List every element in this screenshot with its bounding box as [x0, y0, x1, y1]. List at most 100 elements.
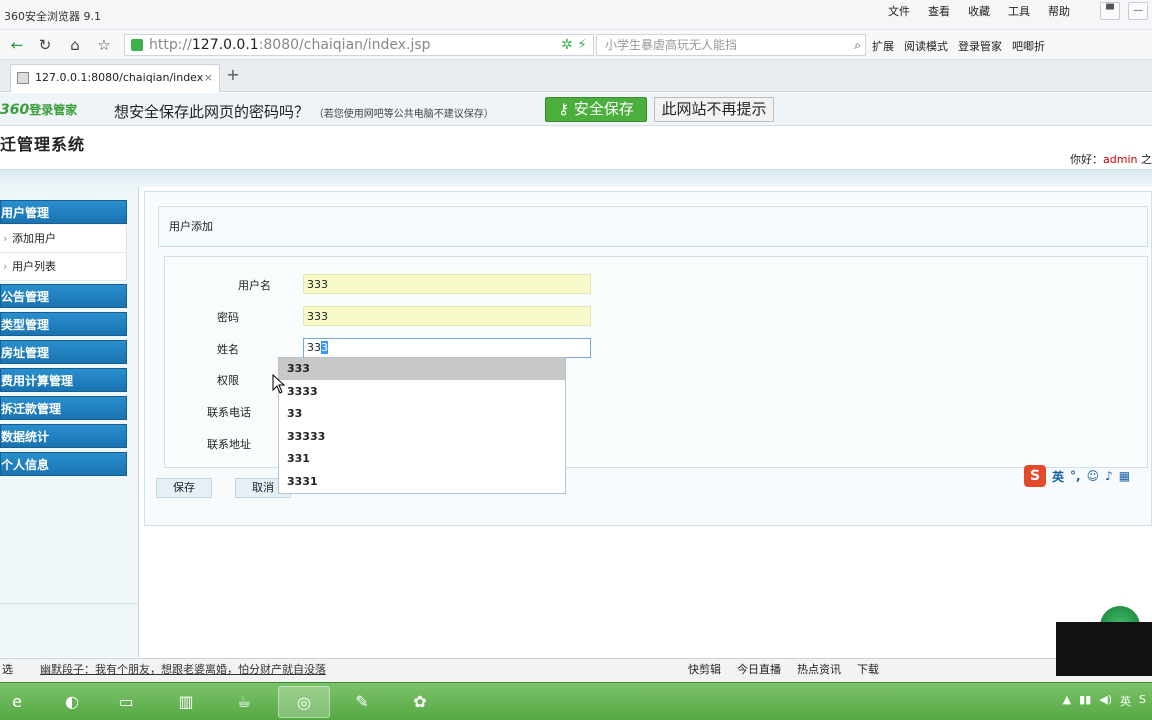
- safe-save-button[interactable]: ⚷ 安全保存: [545, 97, 647, 122]
- autocomplete-item[interactable]: 331: [279, 448, 565, 470]
- tray-network-icon[interactable]: ▮▮: [1079, 693, 1091, 709]
- keyboard-icon[interactable]: ▦: [1119, 469, 1130, 483]
- notepad-icon[interactable]: ✎: [336, 686, 388, 718]
- search-placeholder: 小学生暴虐高玩无人能挡: [605, 38, 738, 52]
- sidebar-group-house[interactable]: 房址管理: [0, 340, 127, 364]
- refresh-icon[interactable]: ↻: [34, 34, 56, 56]
- tray-arrow-icon[interactable]: ▲: [1063, 693, 1071, 709]
- tab-close-icon[interactable]: ×: [204, 65, 213, 91]
- browser-statusbar: 选 幽默段子：我有个朋友，想跟老婆离婚，怕分财产就自没落 快剪辑 今日直播 热点…: [0, 658, 1152, 682]
- toolbar-extensions: 扩展 阅读模式 登录管家 吧唧折: [872, 38, 1045, 54]
- search-icon[interactable]: ⌕: [854, 35, 861, 55]
- autocomplete-item[interactable]: 333: [279, 358, 565, 380]
- sogou-ime-icon: S: [1024, 465, 1046, 487]
- ime-mode[interactable]: 英: [1052, 468, 1064, 485]
- search-input[interactable]: 小学生暴虐高玩无人能挡 ⌕: [596, 34, 866, 56]
- realname-input[interactable]: 333: [303, 338, 591, 358]
- status-download[interactable]: 下载: [857, 659, 879, 681]
- punctuation-icon[interactable]: °,: [1070, 469, 1081, 483]
- mouse-cursor-icon: [272, 374, 286, 394]
- java-icon[interactable]: ☕: [218, 686, 270, 718]
- microphone-icon[interactable]: ♪: [1105, 469, 1113, 483]
- username: admin: [1103, 153, 1138, 166]
- url-input[interactable]: http://127.0.0.1:8080/chaiqian/index.jsp…: [124, 34, 594, 56]
- role-label: 权限: [217, 374, 239, 387]
- new-tab-button[interactable]: +: [224, 67, 242, 85]
- browser-titlebar: 360安全浏览器 9.1 文件 查看 收藏 工具 帮助 ▀ —: [0, 0, 1152, 30]
- home-icon[interactable]: ⌂: [64, 34, 86, 56]
- address-toolbar: ← ↻ ⌂ ☆ http://127.0.0.1:8080/chaiqian/i…: [0, 30, 1152, 60]
- autocomplete-item[interactable]: 3331: [279, 471, 565, 493]
- browser-title: 360安全浏览器 9.1: [4, 10, 101, 23]
- watermark-logo: [1056, 622, 1152, 676]
- speed-icon[interactable]: ✲ ⚡: [561, 35, 587, 55]
- extensions-button[interactable]: 扩展: [872, 38, 894, 54]
- status-left: 选: [2, 663, 13, 676]
- ime-toolbar[interactable]: S 英 °, ☺ ♪ ▦: [1024, 464, 1152, 488]
- sidebar-group-payment[interactable]: 拆迁款管理: [0, 396, 127, 420]
- browser-active-icon[interactable]: ◎: [278, 686, 330, 718]
- discount-button[interactable]: 吧唧折: [1012, 38, 1045, 54]
- login-manager-logo: 360登录管家: [0, 102, 78, 118]
- username-label: 用户名: [238, 279, 271, 292]
- tray-language[interactable]: 英: [1120, 693, 1131, 709]
- save-password-question: 想安全保存此网页的密码吗？ （若您使用网吧等公共电脑不建议保存）: [114, 103, 494, 121]
- realname-label: 姓名: [217, 343, 239, 356]
- star-icon[interactable]: ☆: [93, 34, 115, 56]
- sidebar-item-add-user[interactable]: 添加用户: [0, 225, 127, 253]
- pin-icon[interactable]: ▀: [1100, 2, 1120, 20]
- save-password-hint: （若您使用网吧等公共电脑不建议保存）: [313, 109, 494, 120]
- back-icon[interactable]: ←: [6, 34, 28, 56]
- security-shield-icon: [131, 39, 143, 51]
- status-live[interactable]: 今日直播: [737, 659, 781, 681]
- system-tray: ▲ ▮▮ ◀) 英 S: [1063, 693, 1146, 709]
- status-hot-news[interactable]: 热点资讯: [797, 659, 841, 681]
- notebook-icon[interactable]: ▥: [160, 686, 212, 718]
- phone-label: 联系电话: [207, 406, 251, 419]
- username-input[interactable]: [303, 274, 591, 294]
- news-ticker-link[interactable]: 幽默段子：我有个朋友，想跟老婆离婚，怕分财产就自没落: [40, 659, 326, 681]
- autocomplete-item[interactable]: 33: [279, 403, 565, 425]
- menu-item-view[interactable]: 查看: [926, 3, 952, 19]
- menu-item-help[interactable]: 帮助: [1046, 3, 1072, 19]
- user-greeting: 你好：admin 之: [1070, 153, 1152, 166]
- sidebar-group-type[interactable]: 类型管理: [0, 312, 127, 336]
- header-band: [0, 169, 1152, 187]
- tray-ime-icon[interactable]: S: [1139, 693, 1146, 709]
- save-button[interactable]: 保存: [156, 478, 212, 498]
- url-host: 127.0.0.1: [191, 37, 259, 53]
- sidebar-item-user-list[interactable]: 用户列表: [0, 253, 127, 281]
- url-prefix: http://: [149, 37, 192, 53]
- sidebar-group-notice[interactable]: 公告管理: [0, 284, 127, 308]
- sidebar-group-fee[interactable]: 费用计算管理: [0, 368, 127, 392]
- status-right-tools: 快剪辑 今日直播 热点资讯 下载: [688, 659, 879, 681]
- selected-text: 3: [321, 341, 328, 354]
- password-input[interactable]: [303, 306, 591, 326]
- sidebar-group-stats[interactable]: 数据统计: [0, 424, 127, 448]
- never-prompt-button[interactable]: 此网站不再提示: [654, 97, 774, 122]
- minimize-icon[interactable]: —: [1128, 2, 1148, 20]
- login-manager-button[interactable]: 登录管家: [958, 38, 1002, 54]
- app-header: 迁管理系统 你好：admin 之: [0, 127, 1152, 169]
- menu-item-favorites[interactable]: 收藏: [966, 3, 992, 19]
- menu-item-file[interactable]: 文件: [886, 3, 912, 19]
- ie-icon[interactable]: e: [0, 686, 34, 718]
- url-path: :8080/chaiqian/index.jsp: [258, 37, 431, 53]
- browser-menu: 文件 查看 收藏 工具 帮助: [886, 3, 1072, 19]
- app-paw-icon[interactable]: ✿: [394, 686, 446, 718]
- sidebar-group-profile[interactable]: 个人信息: [0, 452, 127, 476]
- autocomplete-dropdown: 333 3333 33 33333 331 3331: [278, 357, 566, 494]
- tab-active[interactable]: 127.0.0.1:8080/chaiqian/index ×: [10, 64, 220, 92]
- autocomplete-item[interactable]: 33333: [279, 426, 565, 448]
- file-explorer-icon[interactable]: ▭: [100, 686, 152, 718]
- key-icon: ⚷: [558, 100, 574, 118]
- status-quick-cut[interactable]: 快剪辑: [688, 659, 721, 681]
- reading-mode-button[interactable]: 阅读模式: [904, 38, 948, 54]
- windows-taskbar: e ◐ ▭ ▥ ☕ ◎ ✎ ✿ ▲ ▮▮ ◀) 英 S: [0, 682, 1152, 720]
- sidebar-group-user[interactable]: 用户管理: [0, 200, 127, 224]
- emoji-icon[interactable]: ☺: [1087, 469, 1100, 483]
- 360-browser-taskbar-icon[interactable]: ◐: [46, 686, 98, 718]
- tray-volume-icon[interactable]: ◀): [1099, 693, 1112, 709]
- menu-item-tools[interactable]: 工具: [1006, 3, 1032, 19]
- autocomplete-item[interactable]: 3333: [279, 381, 565, 403]
